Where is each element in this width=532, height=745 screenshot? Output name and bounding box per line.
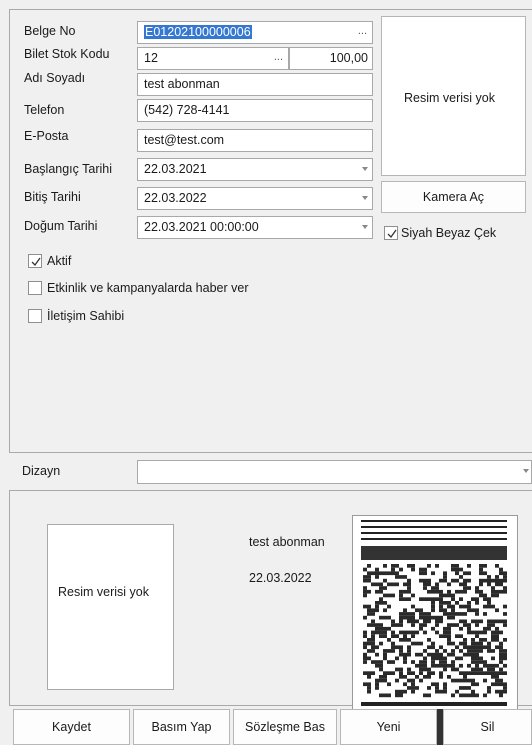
belge-no-label: Belge No xyxy=(24,24,76,38)
adi-soyadi-value: test abonman xyxy=(144,77,220,91)
siyah-beyaz-label: Siyah Beyaz Çek xyxy=(401,226,497,240)
yeni-button[interactable]: Yeni xyxy=(340,709,437,745)
belge-no-field[interactable]: E01202100000006 ... xyxy=(137,21,373,44)
barcode-image xyxy=(352,515,518,713)
kaydet-button[interactable]: Kaydet xyxy=(13,709,130,745)
bitis-tarihi-label: Bitiş Tarihi xyxy=(24,190,81,204)
preview-photo-placeholder: Resim verisi yok xyxy=(58,585,149,599)
preview-date: 22.03.2022 xyxy=(249,571,312,585)
bilet-stok-kodu-value: 12 xyxy=(144,51,158,65)
bilet-stok-kodu-field[interactable]: 12 ... xyxy=(137,47,289,70)
sozlesme-bas-label: Sözleşme Bas xyxy=(245,720,325,734)
telefon-label: Telefon xyxy=(24,103,65,117)
eposta-field[interactable]: test@test.com xyxy=(137,129,373,152)
bilet-stok-amount-field[interactable]: 100,00 xyxy=(289,47,373,70)
baslangic-tarihi-value: 22.03.2021 xyxy=(144,162,207,176)
kaydet-label: Kaydet xyxy=(52,720,91,734)
etkinlik-label: Etkinlik ve kampanyalarda haber ver xyxy=(47,281,249,295)
dogum-tarihi-value: 22.03.2021 00:00:00 xyxy=(144,220,259,234)
bitis-tarihi-dropdown-icon[interactable] xyxy=(362,196,368,200)
dogum-tarihi-label: Doğum Tarihi xyxy=(24,219,98,233)
eposta-value: test@test.com xyxy=(144,133,225,147)
yeni-label: Yeni xyxy=(376,720,401,734)
bitis-tarihi-field[interactable]: 22.03.2022 xyxy=(137,187,373,210)
telefon-field[interactable]: (542) 728-4141 xyxy=(137,99,373,122)
sil-button[interactable]: Sil xyxy=(443,709,532,745)
aktif-label: Aktif xyxy=(47,254,72,268)
iletisim-label: İletişim Sahibi xyxy=(47,309,125,323)
kamera-ac-button[interactable]: Kamera Aç xyxy=(381,181,526,213)
belge-no-ellipsis-button[interactable]: ... xyxy=(358,25,367,37)
eposta-label: E-Posta xyxy=(24,129,69,143)
bilet-stok-kodu-ellipsis-button[interactable]: ... xyxy=(274,51,283,63)
bilet-stok-kodu-label: Bilet Stok Kodu xyxy=(24,47,110,61)
baslangic-tarihi-dropdown-icon[interactable] xyxy=(362,167,368,171)
basim-yap-button[interactable]: Basım Yap xyxy=(133,709,230,745)
preview-photo: Resim verisi yok xyxy=(47,524,174,690)
dizayn-dropdown-icon[interactable] xyxy=(523,469,529,473)
baslangic-tarihi-field[interactable]: 22.03.2021 xyxy=(137,158,373,181)
bilet-stok-amount-value: 100,00 xyxy=(329,51,368,65)
bitis-tarihi-value: 22.03.2022 xyxy=(144,191,207,205)
adi-soyadi-label: Adı Soyadı xyxy=(24,71,86,85)
basim-yap-label: Basım Yap xyxy=(151,720,212,734)
dizayn-label: Dizayn xyxy=(22,464,61,478)
telefon-value: (542) 728-4141 xyxy=(144,103,230,117)
aktif-checkbox[interactable] xyxy=(28,254,42,268)
dogum-tarihi-field[interactable]: 22.03.2021 00:00:00 xyxy=(137,216,373,239)
barcode-graphic xyxy=(361,520,507,706)
sil-label: Sil xyxy=(480,720,495,734)
iletisim-checkbox[interactable] xyxy=(28,309,42,323)
sozlesme-bas-button[interactable]: Sözleşme Bas xyxy=(233,709,337,745)
check-icon xyxy=(31,257,41,267)
kamera-ac-label: Kamera Aç xyxy=(422,190,485,204)
etkinlik-checkbox[interactable] xyxy=(28,281,42,295)
photo-placeholder-text: Resim verisi yok xyxy=(404,91,495,105)
preview-name: test abonman xyxy=(249,535,325,549)
adi-soyadi-field[interactable]: test abonman xyxy=(137,73,373,96)
photo-panel[interactable]: Resim verisi yok xyxy=(381,16,526,176)
dogum-tarihi-dropdown-icon[interactable] xyxy=(362,225,368,229)
baslangic-tarihi-label: Başlangıç Tarihi xyxy=(24,162,113,176)
check-icon xyxy=(387,229,397,239)
siyah-beyaz-checkbox[interactable] xyxy=(384,226,398,240)
belge-no-value: E01202100000006 xyxy=(144,25,252,39)
dizayn-select[interactable] xyxy=(137,460,532,484)
